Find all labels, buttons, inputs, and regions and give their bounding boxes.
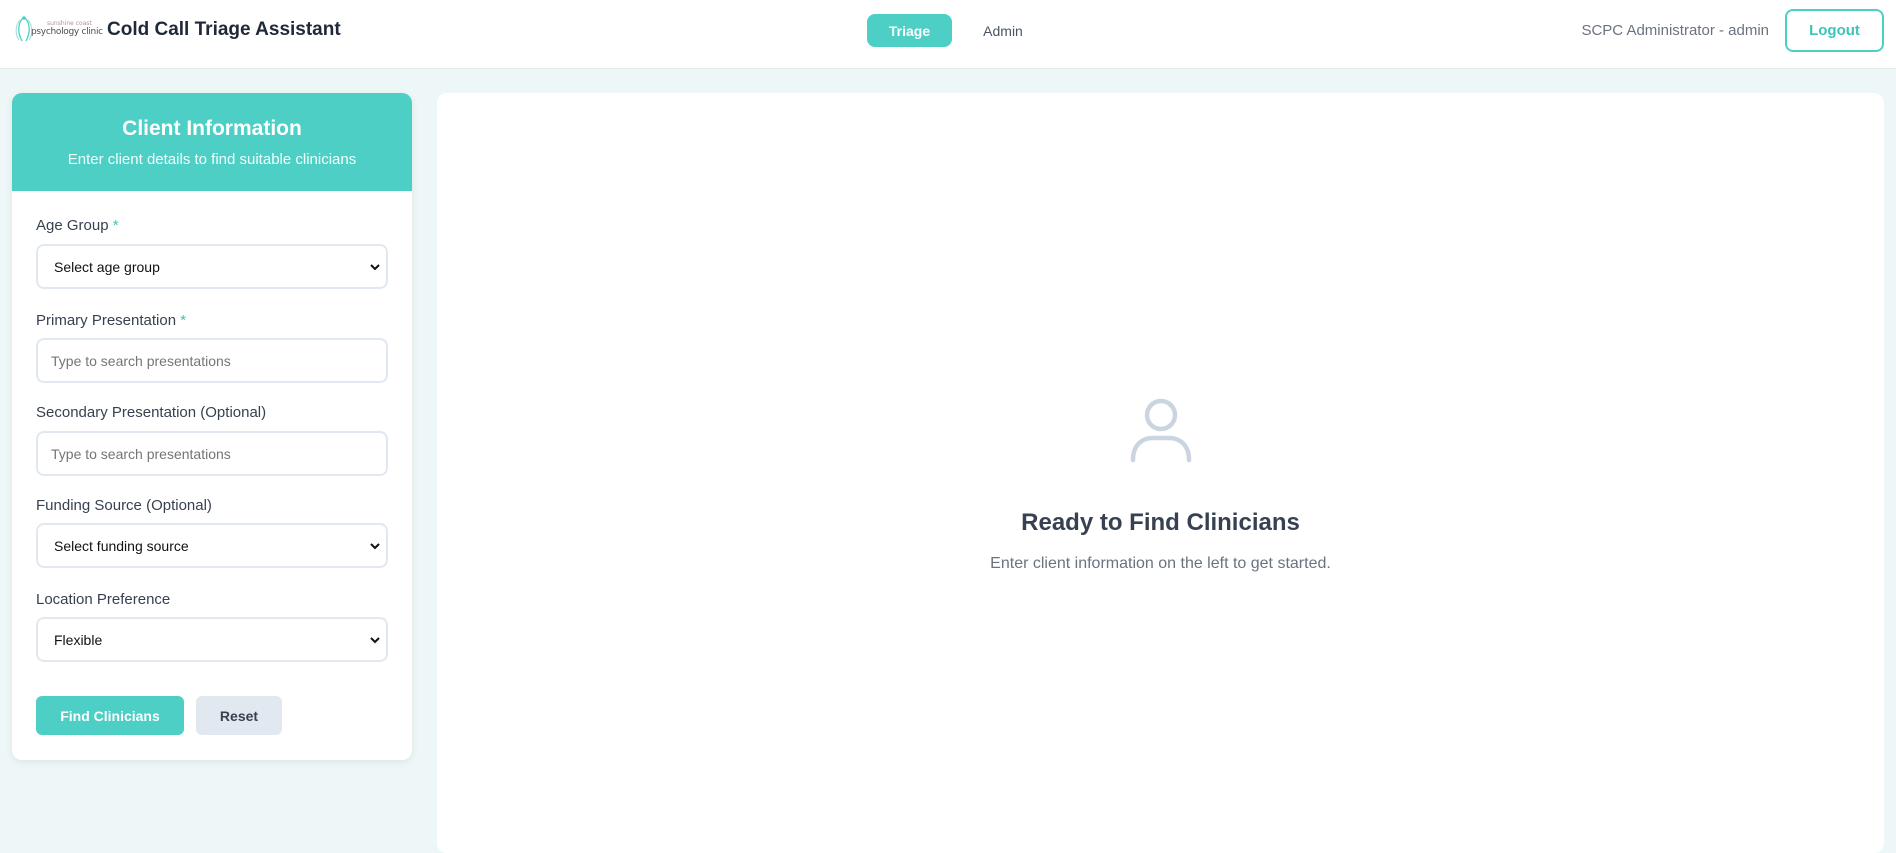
logo-main-text: psychology clinic bbox=[31, 27, 103, 37]
primary-presentation-label: Primary Presentation * bbox=[36, 312, 186, 329]
age-group-selected-value: Select age group bbox=[54, 258, 160, 275]
results-panel: Ready to Find Clinicians Enter client in… bbox=[437, 93, 1884, 853]
secondary-presentation-placeholder: Type to search presentations bbox=[51, 445, 231, 462]
age-group-select[interactable]: Select age group bbox=[36, 244, 388, 289]
required-mark: * bbox=[180, 312, 187, 329]
panel-header: Client Information Enter client details … bbox=[12, 93, 412, 191]
app-title: Cold Call Triage Assistant bbox=[107, 19, 341, 40]
age-group-label-text: Age Group bbox=[36, 217, 109, 234]
age-group-label: Age Group * bbox=[36, 217, 119, 234]
current-user-label: SCPC Administrator - admin bbox=[1581, 22, 1769, 39]
chevron-down-icon bbox=[370, 543, 380, 550]
primary-presentation-placeholder: Type to search presentations bbox=[51, 352, 231, 369]
chevron-down-icon bbox=[370, 637, 380, 644]
required-mark: * bbox=[112, 217, 119, 234]
panel-title: Client Information bbox=[122, 117, 302, 140]
chevron-down-icon bbox=[370, 264, 380, 271]
find-clinicians-button[interactable]: Find Clinicians bbox=[36, 696, 184, 735]
clinic-logo[interactable]: sunshine coast psychology clinic bbox=[13, 14, 103, 44]
location-preference-selected-value: Flexible bbox=[54, 631, 103, 648]
primary-presentation-label-text: Primary Presentation bbox=[36, 312, 177, 329]
client-information-panel: Client Information Enter client details … bbox=[12, 93, 412, 760]
logout-button[interactable]: Logout bbox=[1785, 9, 1884, 52]
user-icon bbox=[1130, 398, 1192, 463]
primary-presentation-input[interactable]: Type to search presentations bbox=[36, 338, 388, 383]
top-header: sunshine coast psychology clinic Cold Ca… bbox=[0, 0, 1896, 69]
location-preference-label: Location Preference bbox=[36, 591, 171, 608]
funding-source-selected-value: Select funding source bbox=[54, 537, 189, 554]
panel-subtitle: Enter client details to find suitable cl… bbox=[67, 151, 357, 168]
logo-small-text: sunshine coast bbox=[47, 20, 92, 27]
nav-tab-triage[interactable]: Triage bbox=[867, 14, 952, 47]
nav-tab-admin[interactable]: Admin bbox=[968, 14, 1038, 47]
secondary-presentation-input[interactable]: Type to search presentations bbox=[36, 431, 388, 476]
empty-state-title: Ready to Find Clinicians bbox=[1021, 509, 1300, 536]
empty-state-subtitle: Enter client information on the left to … bbox=[990, 555, 1331, 572]
location-preference-select[interactable]: Flexible bbox=[36, 617, 388, 662]
funding-source-select[interactable]: Select funding source bbox=[36, 523, 388, 568]
funding-source-label: Funding Source (Optional) bbox=[36, 497, 212, 514]
secondary-presentation-label: Secondary Presentation (Optional) bbox=[36, 404, 267, 421]
reset-button[interactable]: Reset bbox=[196, 696, 282, 735]
